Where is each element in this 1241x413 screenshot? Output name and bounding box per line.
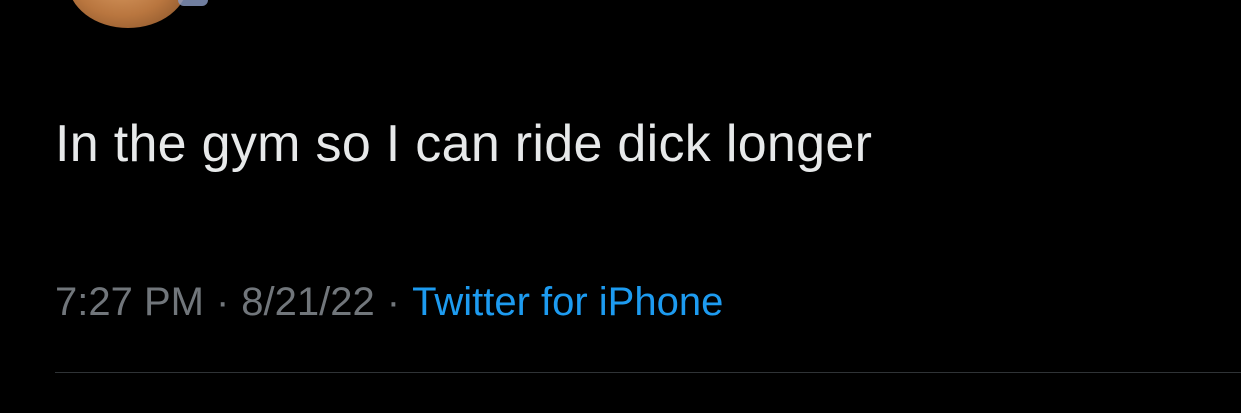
tweet-source-link[interactable]: Twitter for iPhone [412, 280, 723, 324]
separator-dot: · [215, 280, 230, 324]
verified-badge-icon [178, 0, 208, 6]
tweet-date[interactable]: 8/21/22 [241, 280, 374, 324]
separator-dot: · [386, 280, 401, 324]
tweet-time[interactable]: 7:27 PM [55, 280, 204, 324]
tweet-text: In the gym so I can ride dick longer [55, 115, 873, 173]
avatar[interactable] [68, 0, 188, 28]
tweet-metadata: 7:27 PM · 8/21/22 · Twitter for iPhone [55, 278, 723, 326]
divider [55, 372, 1241, 373]
